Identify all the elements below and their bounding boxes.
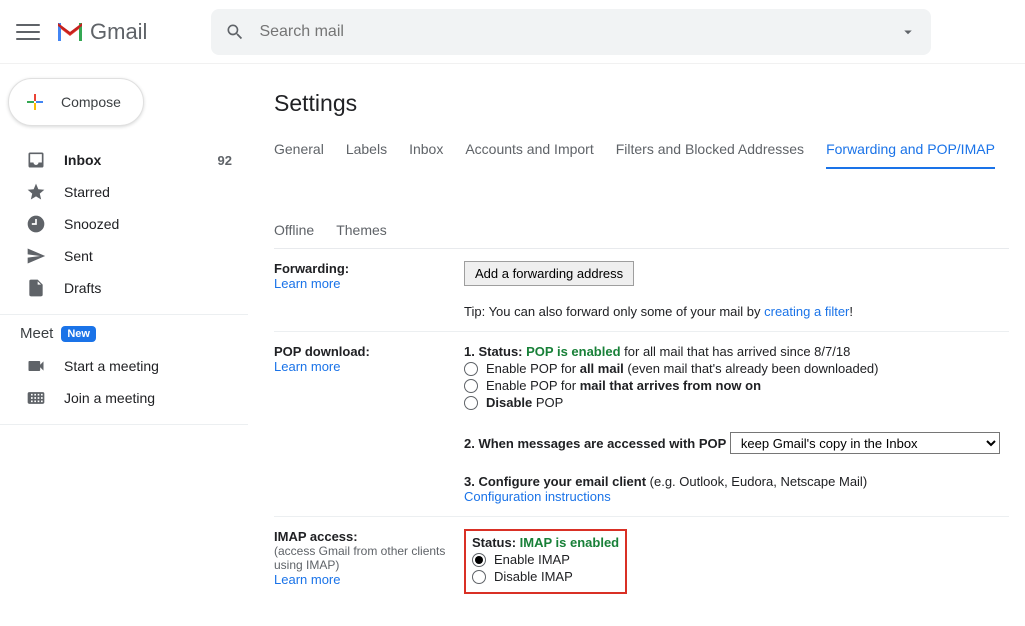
pop-l1c: for all mail that has arrived since 8/7/… (621, 344, 851, 359)
file-icon (26, 278, 46, 298)
star-icon (26, 182, 46, 202)
radio-icon[interactable] (464, 362, 478, 376)
pop-line3: 3. Configure your email client (e.g. Out… (464, 474, 1009, 489)
pop-l1b: POP is enabled (526, 344, 620, 359)
search-bar[interactable] (211, 9, 931, 55)
imap-title: IMAP access: (274, 529, 464, 544)
meet-heading: Meet New (0, 325, 256, 342)
gmail-logo[interactable]: Gmail (56, 19, 147, 45)
forwarding-tip: Tip: You can also forward only some of y… (464, 304, 1009, 319)
product-name: Gmail (90, 19, 147, 45)
t: Disable (486, 395, 532, 410)
t: (even mail that's already been downloade… (624, 361, 879, 376)
pop-l2: 2. When messages are accessed with POP (464, 436, 726, 451)
forwarding-title: Forwarding: (274, 261, 464, 276)
t: POP (532, 395, 563, 410)
t: Enable POP for (486, 361, 580, 376)
add-forwarding-button[interactable]: Add a forwarding address (464, 261, 634, 286)
sidebar-label: Sent (64, 248, 93, 264)
main-menu-icon[interactable] (16, 20, 40, 44)
compose-label: Compose (61, 94, 121, 110)
tab-accounts[interactable]: Accounts and Import (465, 131, 593, 168)
tip-excl: ! (849, 304, 853, 319)
pop-status-line: 1. Status: POP is enabled for all mail t… (464, 344, 1009, 359)
imap-sb: IMAP is enabled (520, 535, 619, 550)
sidebar-label: Snoozed (64, 216, 119, 232)
inbox-icon (26, 150, 46, 170)
app-header: Gmail (0, 0, 1025, 64)
tab-inbox[interactable]: Inbox (409, 131, 443, 168)
sidebar-item-starred[interactable]: Starred (0, 176, 256, 208)
pop-learn-more[interactable]: Learn more (274, 359, 340, 374)
tip-text: Tip: You can also forward only some of y… (464, 304, 764, 319)
sidebar-item-drafts[interactable]: Drafts (0, 272, 256, 304)
pop-l3a: 3. Configure your email client (464, 474, 646, 489)
radio-icon[interactable] (464, 379, 478, 393)
pop-l3b: (e.g. Outlook, Eudora, Netscape Mail) (646, 474, 867, 489)
compose-button[interactable]: Compose (8, 78, 144, 126)
search-icon (225, 22, 245, 42)
search-input[interactable] (259, 23, 887, 41)
imap-highlight-box: Status: IMAP is enabled Enable IMAP Disa… (464, 529, 627, 594)
t: Disable IMAP (494, 569, 573, 584)
imap-subtitle: (access Gmail from other clients using I… (274, 544, 464, 572)
meet-title: Meet (20, 325, 53, 342)
t: mail that arrives from now on (580, 378, 761, 393)
settings-content: Settings General Labels Inbox Accounts a… (256, 64, 1025, 626)
settings-tabs: General Labels Inbox Accounts and Import… (274, 131, 1009, 249)
pop-option-all[interactable]: Enable POP for all mail (even mail that'… (464, 361, 1009, 376)
tab-general[interactable]: General (274, 131, 324, 168)
section-pop: POP download: Learn more 1. Status: POP … (274, 332, 1009, 517)
t: Enable POP for (486, 378, 580, 393)
video-icon (26, 356, 46, 376)
tab-filters[interactable]: Filters and Blocked Addresses (616, 131, 804, 168)
create-filter-link[interactable]: creating a filter (764, 304, 849, 319)
sidebar-label: Starred (64, 184, 110, 200)
section-forwarding: Forwarding: Learn more Add a forwarding … (274, 249, 1009, 332)
tab-forwarding[interactable]: Forwarding and POP/IMAP (826, 131, 995, 169)
meet-start[interactable]: Start a meeting (0, 350, 256, 382)
meet-join[interactable]: Join a meeting (0, 382, 256, 414)
pop-option-disable[interactable]: Disable POP (464, 395, 1009, 410)
radio-icon[interactable] (472, 553, 486, 567)
tab-labels[interactable]: Labels (346, 131, 387, 168)
pop-line2: 2. When messages are accessed with POP k… (464, 432, 1009, 454)
radio-icon[interactable] (472, 570, 486, 584)
inbox-count: 92 (218, 153, 232, 168)
tab-offline[interactable]: Offline (274, 212, 314, 248)
sidebar-label: Drafts (64, 280, 101, 296)
imap-learn-more[interactable]: Learn more (274, 572, 340, 587)
pop-access-select[interactable]: keep Gmail's copy in the Inbox (730, 432, 1000, 454)
page-title: Settings (274, 90, 1009, 117)
sidebar-item-sent[interactable]: Sent (0, 240, 256, 272)
forwarding-learn-more[interactable]: Learn more (274, 276, 340, 291)
gmail-icon (56, 21, 84, 43)
sidebar-item-inbox[interactable]: Inbox 92 (0, 144, 256, 176)
meet-label: Join a meeting (64, 390, 155, 406)
radio-icon[interactable] (464, 396, 478, 410)
plus-icon (23, 90, 47, 114)
send-icon (26, 246, 46, 266)
section-imap: IMAP access: (access Gmail from other cl… (274, 517, 1009, 606)
tab-themes[interactable]: Themes (336, 212, 387, 248)
meet-label: Start a meeting (64, 358, 159, 374)
search-options-icon[interactable] (899, 23, 917, 41)
pop-l1a: 1. Status: (464, 344, 526, 359)
new-badge: New (61, 326, 96, 342)
imap-disable[interactable]: Disable IMAP (472, 569, 619, 584)
pop-option-now-on[interactable]: Enable POP for mail that arrives from no… (464, 378, 1009, 393)
keyboard-icon (26, 388, 46, 408)
sidebar: Compose Inbox 92 Starred Snoozed Sent Dr… (0, 64, 256, 626)
pop-title: POP download: (274, 344, 464, 359)
sidebar-item-snoozed[interactable]: Snoozed (0, 208, 256, 240)
configuration-link[interactable]: Configuration instructions (464, 489, 611, 504)
clock-icon (26, 214, 46, 234)
sidebar-label: Inbox (64, 152, 101, 168)
imap-sa: Status: (472, 535, 520, 550)
t: all mail (580, 361, 624, 376)
imap-status-line: Status: IMAP is enabled (472, 535, 619, 550)
